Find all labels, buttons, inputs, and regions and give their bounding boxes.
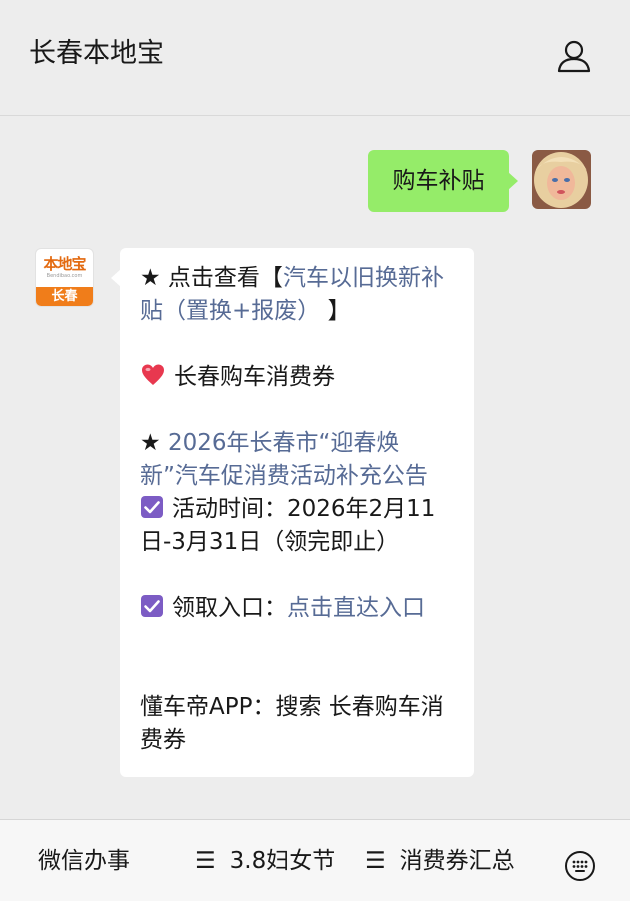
menu-list-icon: ☰ bbox=[195, 848, 216, 874]
bot-brand-logo: 本地宝 bbox=[43, 255, 86, 273]
voucher-heading: 长春购车消费券 bbox=[174, 364, 335, 390]
user-avatar[interactable] bbox=[532, 150, 591, 209]
menu-list-icon: ☰ bbox=[365, 848, 386, 874]
chat-area[interactable]: 购车补贴 本地宝 Bendibao.com 长春 ★ 点击查看【汽车以旧换新补贴… bbox=[0, 117, 630, 819]
keyboard-button[interactable] bbox=[564, 850, 596, 882]
menu-voucher-summary[interactable]: ☰ 消费券汇总 bbox=[365, 820, 515, 901]
menu-wechat-services[interactable]: 微信办事 bbox=[38, 820, 130, 901]
star-icon: ★ bbox=[140, 265, 161, 291]
checkbox-icon bbox=[141, 496, 163, 518]
star-icon: ★ bbox=[140, 430, 161, 456]
bot-reply-bubble: ★ 点击查看【汽车以旧换新补贴（置换+报废） 】 长春购车消费券 ★ 2026年… bbox=[111, 248, 474, 777]
keyboard-icon bbox=[565, 851, 595, 881]
reply-line-trade-in: ★ 点击查看【汽车以旧换新补贴（置换+报废） 】 bbox=[140, 265, 444, 324]
bot-avatar[interactable]: 本地宝 Bendibao.com 长春 bbox=[35, 248, 94, 307]
bottom-menu-bar: 微信办事 ☰ 3.8妇女节 ☰ 消费券汇总 bbox=[0, 819, 630, 901]
bot-brand-city: 长春 bbox=[36, 287, 93, 306]
entry-label: 领取入口： bbox=[172, 595, 287, 621]
reply-line-activity-time: 活动时间：2026年2月11日-3月31日（领完即止） bbox=[140, 493, 454, 559]
activity-time-text: 活动时间：2026年2月11日-3月31日（领完即止） bbox=[140, 496, 436, 555]
heart-icon bbox=[142, 364, 164, 385]
reply-line-announcement: ★ 2026年长春市“迎春焕新”汽车促消费活动补充公告 bbox=[140, 427, 454, 493]
announcement-link[interactable]: 2026年长春市“迎春焕新”汽车促消费活动补充公告 bbox=[140, 430, 428, 489]
checkbox-icon bbox=[141, 595, 163, 617]
reply-line-voucher: 长春购车消费券 bbox=[140, 361, 454, 394]
bot-brand-domain: Bendibao.com bbox=[46, 273, 83, 279]
user-message-bubble[interactable]: 购车补贴 bbox=[368, 150, 518, 212]
reply-line-entry: 领取入口：点击直达入口 bbox=[140, 592, 454, 625]
menu-womens-day[interactable]: ☰ 3.8妇女节 bbox=[195, 820, 335, 901]
reply-line-app: 懂车帝APP：搜索 长春购车消费券 bbox=[140, 694, 444, 753]
person-icon bbox=[557, 40, 591, 73]
top-bar: 长春本地宝 bbox=[0, 0, 630, 116]
profile-button[interactable] bbox=[551, 36, 597, 76]
account-title: 长春本地宝 bbox=[29, 38, 164, 69]
entry-link[interactable]: 点击直达入口 bbox=[287, 595, 425, 621]
